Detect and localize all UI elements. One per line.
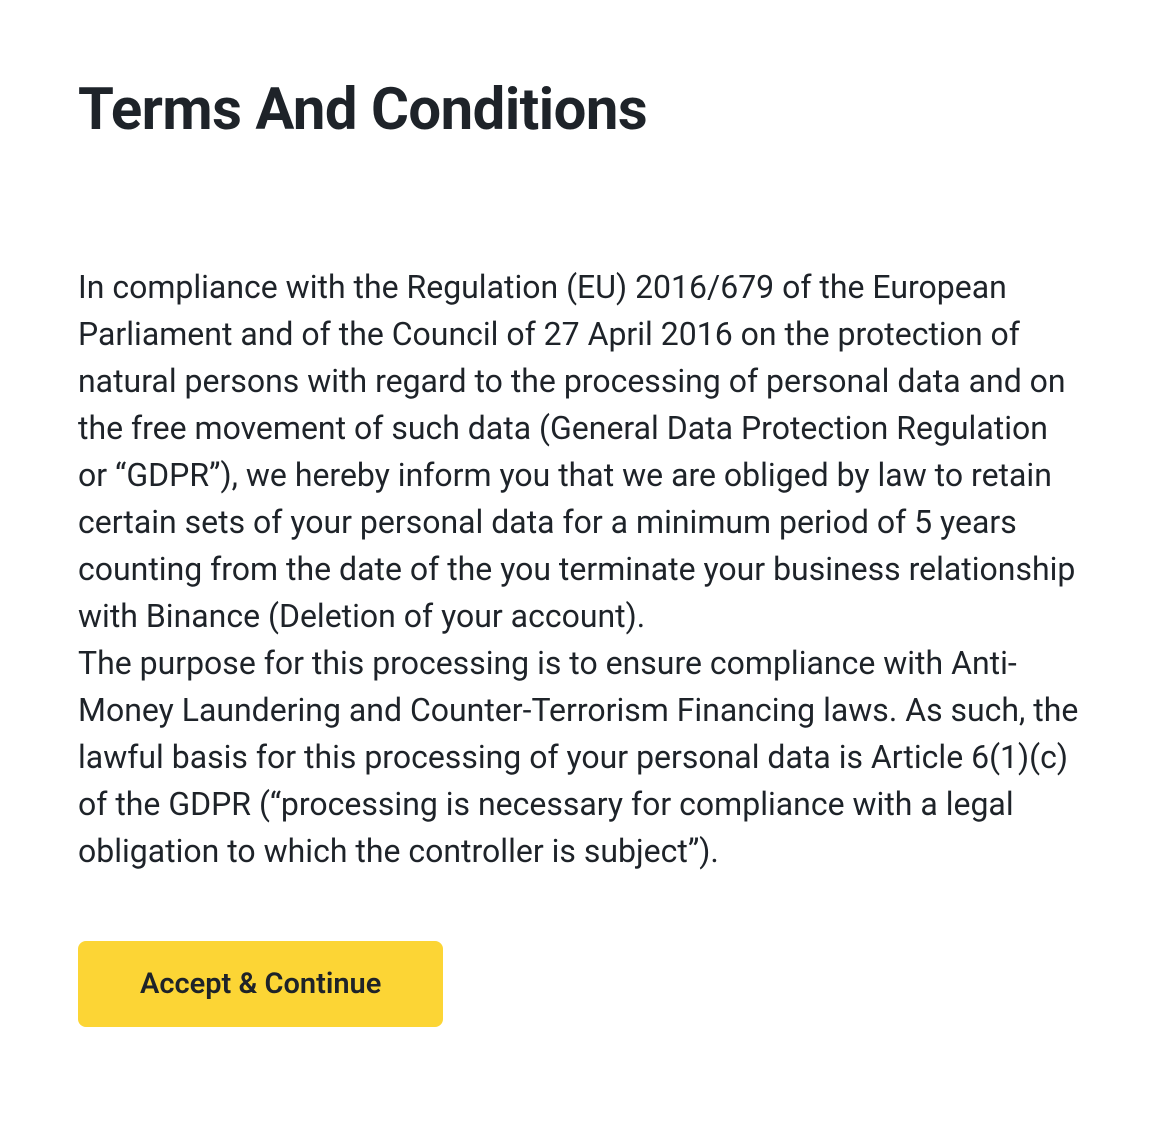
terms-body-text: In compliance with the Regulation (EU) 2… (78, 264, 1084, 875)
page-title: Terms And Conditions (78, 76, 1084, 144)
accept-continue-button[interactable]: Accept & Continue (78, 941, 443, 1027)
